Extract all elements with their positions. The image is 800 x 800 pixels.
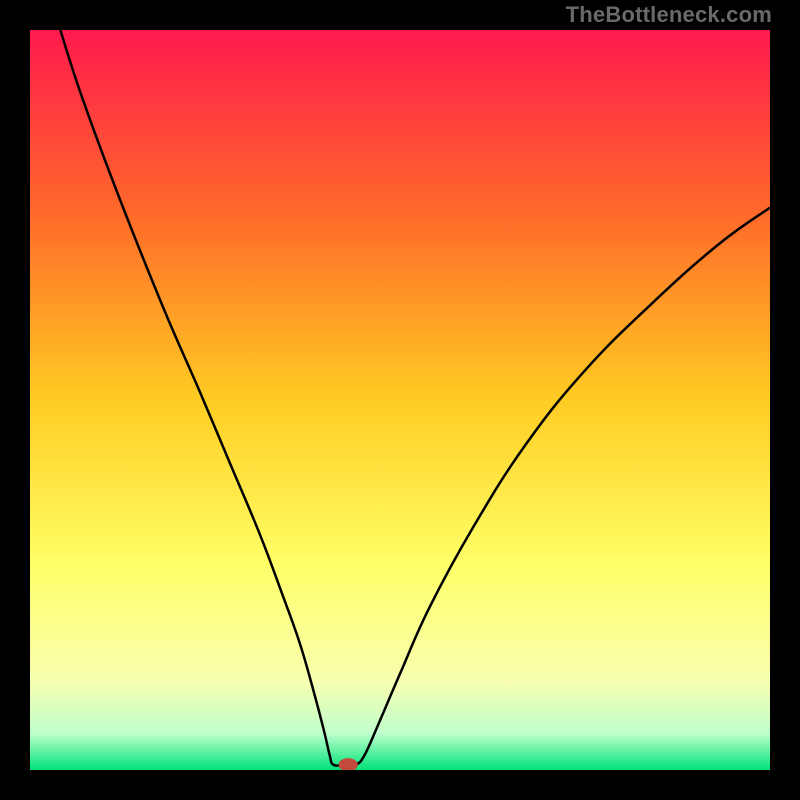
- attribution-text: TheBottleneck.com: [566, 2, 772, 28]
- chart-svg: [30, 30, 770, 770]
- chart-frame: TheBottleneck.com: [0, 0, 800, 800]
- plot-background: [30, 30, 770, 770]
- plot-area: [30, 30, 770, 770]
